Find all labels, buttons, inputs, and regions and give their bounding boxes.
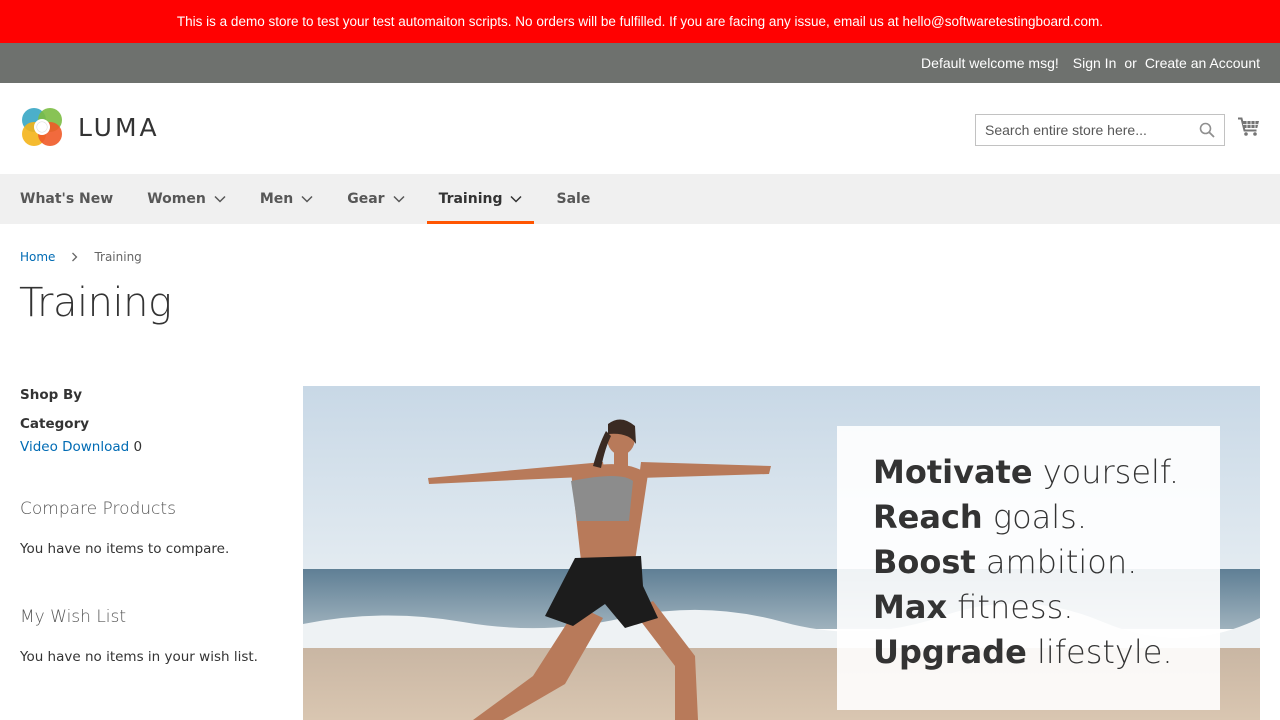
- compare-products-title: Compare Products: [20, 499, 176, 519]
- compare-empty-text: You have no items to compare.: [20, 541, 230, 557]
- chevron-down-icon: [393, 195, 405, 203]
- sign-in-link[interactable]: Sign In: [1073, 55, 1117, 71]
- luma-logo-icon: [22, 108, 62, 146]
- category-filter-title[interactable]: Category: [20, 416, 280, 432]
- promo-line: Max fitness.: [873, 588, 1074, 626]
- header-content: LUMA: [0, 83, 1280, 174]
- page-title: Training: [19, 280, 172, 326]
- breadcrumb: Home Training: [20, 250, 142, 264]
- logo-text: LUMA: [78, 112, 160, 142]
- sidebar: Shop By Category Video Download 0 Compar…: [20, 387, 280, 665]
- promo-line: Upgrade lifestyle.: [873, 633, 1173, 671]
- chevron-down-icon: [214, 195, 226, 203]
- chevron-down-icon: [301, 195, 313, 203]
- promo-line: Boost ambition.: [873, 543, 1138, 581]
- shop-by-title: Shop By: [20, 387, 83, 403]
- create-account-link[interactable]: Create an Account: [1145, 55, 1260, 71]
- demo-notice-bar: This is a demo store to test your test a…: [0, 0, 1280, 43]
- nav-item-gear[interactable]: Gear: [347, 174, 405, 224]
- logo[interactable]: LUMA: [20, 105, 160, 149]
- breadcrumb-current: Training: [94, 250, 142, 264]
- cart-icon[interactable]: [1238, 117, 1260, 141]
- wishlist-empty-text: You have no items in your wish list.: [20, 649, 258, 665]
- nav-label: Sale: [556, 191, 591, 207]
- wishlist-title: My Wish List: [20, 607, 127, 627]
- nav-item-whats-new[interactable]: What's New: [20, 174, 113, 224]
- chevron-down-icon: [510, 195, 523, 203]
- promo-line: Motivate yourself.: [873, 453, 1180, 491]
- category-item-label[interactable]: Video Download: [20, 439, 129, 455]
- nav-item-men[interactable]: Men: [260, 174, 313, 224]
- category-item-count: 0: [133, 439, 143, 455]
- breadcrumb-home-link[interactable]: Home: [20, 250, 55, 264]
- or-text: or: [1124, 55, 1137, 71]
- training-hero-banner[interactable]: Motivate yourself. Reach goals. Boost am…: [303, 386, 1260, 720]
- nav-item-sale[interactable]: Sale: [556, 174, 590, 224]
- main-navigation: What's New Women Men Gear Training Sale: [0, 174, 1280, 224]
- nav-label: Women: [147, 191, 206, 207]
- header-panel: Default welcome msg! Sign In or Create a…: [0, 43, 1280, 83]
- nav-label: Training: [438, 191, 503, 207]
- chevron-right-icon: [72, 252, 78, 262]
- category-filter-item[interactable]: Video Download 0: [20, 439, 280, 455]
- promo-line: Reach goals.: [873, 498, 1087, 536]
- promo-text-box: Motivate yourself. Reach goals. Boost am…: [837, 426, 1220, 710]
- nav-item-training[interactable]: Training: [426, 174, 535, 224]
- nav-label: What's New: [20, 191, 114, 207]
- nav-label: Men: [259, 191, 294, 207]
- search-box: [975, 114, 1225, 146]
- welcome-message: Default welcome msg!: [921, 55, 1059, 71]
- demo-notice-text: This is a demo store to test your test a…: [176, 14, 1104, 29]
- nav-label: Gear: [347, 191, 385, 207]
- search-icon[interactable]: [1199, 122, 1215, 142]
- nav-item-women[interactable]: Women: [147, 174, 226, 224]
- search-input[interactable]: [985, 122, 1185, 138]
